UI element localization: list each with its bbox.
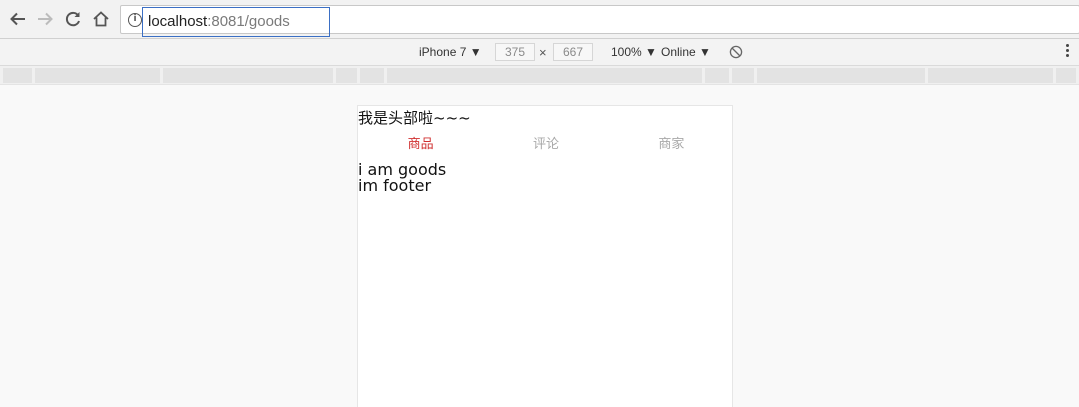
height-input[interactable]: 667	[553, 43, 593, 61]
media-segment[interactable]	[705, 68, 729, 83]
media-segment[interactable]	[360, 68, 384, 83]
media-segment[interactable]	[35, 68, 160, 83]
network-throttle-select[interactable]: Online ▼	[661, 45, 711, 59]
url-text: localhost:8081/goods	[148, 13, 290, 30]
rotate-icon[interactable]	[729, 45, 743, 59]
router-view: i am goods im footer	[358, 162, 446, 194]
media-segment[interactable]	[3, 68, 32, 83]
back-arrow-icon	[10, 12, 25, 26]
tab-goods[interactable]: 商品	[358, 133, 483, 153]
tab-bar: 商品 评论 商家	[358, 133, 734, 153]
info-icon[interactable]: i	[128, 13, 142, 27]
media-segment[interactable]	[928, 68, 1053, 83]
media-segment[interactable]	[757, 68, 925, 83]
tab-seller[interactable]: 商家	[609, 133, 734, 153]
media-segment[interactable]	[336, 68, 357, 83]
home-icon	[93, 11, 109, 27]
reload-icon	[65, 11, 80, 27]
media-segment[interactable]	[732, 68, 754, 83]
device-select[interactable]: iPhone 7 ▼	[419, 45, 482, 59]
app-header: 我是头部啦~~~	[358, 109, 471, 127]
media-segment[interactable]	[387, 68, 702, 83]
device-viewport: 我是头部啦~~~ 商品 评论 商家 i am goods im footer	[357, 105, 733, 407]
home-button[interactable]	[89, 7, 113, 31]
more-options-icon[interactable]	[1066, 44, 1070, 60]
browser-toolbar: i localhost:8081/goods	[0, 0, 1079, 39]
footer-text: im footer	[358, 176, 432, 195]
media-segment[interactable]	[1056, 68, 1076, 83]
device-toolbar: iPhone 7 ▼ 375 × 667 100% ▼ Online ▼	[0, 39, 1079, 66]
forward-arrow-icon	[38, 12, 53, 26]
url-path: :8081/goods	[207, 13, 290, 30]
dimension-separator: ×	[539, 45, 547, 60]
tab-ratings[interactable]: 评论	[483, 133, 608, 153]
address-bar[interactable]: i localhost:8081/goods	[120, 5, 1079, 37]
media-queries-bar	[0, 66, 1079, 85]
url-host: localhost	[148, 13, 208, 30]
forward-button[interactable]	[33, 7, 57, 31]
url-field[interactable]: localhost:8081/goods	[142, 7, 330, 37]
reload-button[interactable]	[61, 7, 85, 31]
zoom-select[interactable]: 100% ▼	[611, 45, 657, 59]
media-segment[interactable]	[163, 68, 333, 83]
width-input[interactable]: 375	[495, 43, 535, 61]
back-button[interactable]	[6, 7, 30, 31]
